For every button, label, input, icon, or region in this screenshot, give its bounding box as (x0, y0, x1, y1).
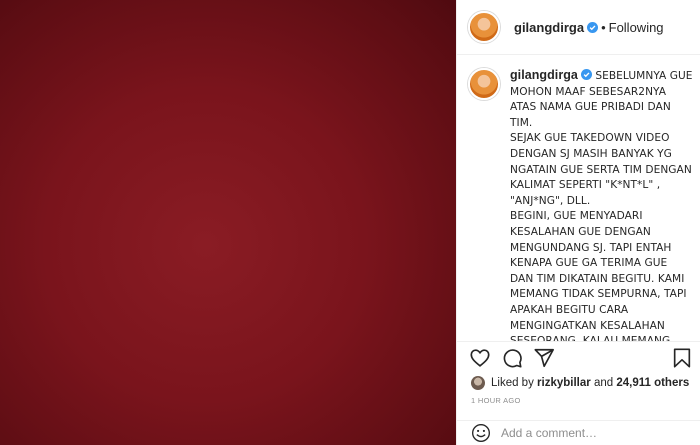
caption: gilangdirga SEBELUMNYA GUE MOHON MAAF SE… (510, 68, 693, 341)
comment-input[interactable] (501, 426, 671, 440)
likes-prefix: Liked by (491, 377, 534, 389)
liker-username[interactable]: rizkybillar (537, 377, 591, 389)
bookmark-icon[interactable] (671, 347, 693, 369)
author-avatar[interactable] (468, 11, 500, 43)
caption-author-avatar[interactable] (468, 68, 500, 100)
likes-connector: and (593, 377, 614, 389)
action-bar (457, 341, 700, 373)
post-side-panel: gilangdirga • Following gilangdirga SEBE… (456, 0, 700, 445)
author-username[interactable]: gilangdirga (514, 20, 584, 35)
following-button[interactable]: Following (609, 20, 664, 35)
post-timestamp[interactable]: 1 HOUR AGO (471, 396, 521, 405)
heart-icon[interactable] (469, 347, 491, 369)
caption-username[interactable]: gilangdirga (510, 68, 578, 82)
likes-summary: Liked by rizkybillar and 24,911 others (457, 373, 700, 393)
verified-badge-icon (587, 21, 599, 33)
share-icon[interactable] (533, 347, 555, 369)
caption-verified-badge-icon (580, 69, 592, 80)
likes-count-link[interactable]: 24,911 others (616, 377, 689, 389)
comment-icon[interactable] (501, 347, 523, 369)
caption-section: gilangdirga SEBELUMNYA GUE MOHON MAAF SE… (457, 55, 700, 341)
post-header: gilangdirga • Following (457, 0, 700, 55)
comment-bar (457, 420, 700, 445)
emoji-icon[interactable] (471, 423, 491, 443)
post-media[interactable] (0, 0, 456, 445)
header-separator: • (601, 19, 606, 35)
liker-avatar[interactable] (471, 376, 485, 390)
caption-text: SEBELUMNYA GUE MOHON MAAF SEBESAR2NYA AT… (510, 70, 693, 341)
